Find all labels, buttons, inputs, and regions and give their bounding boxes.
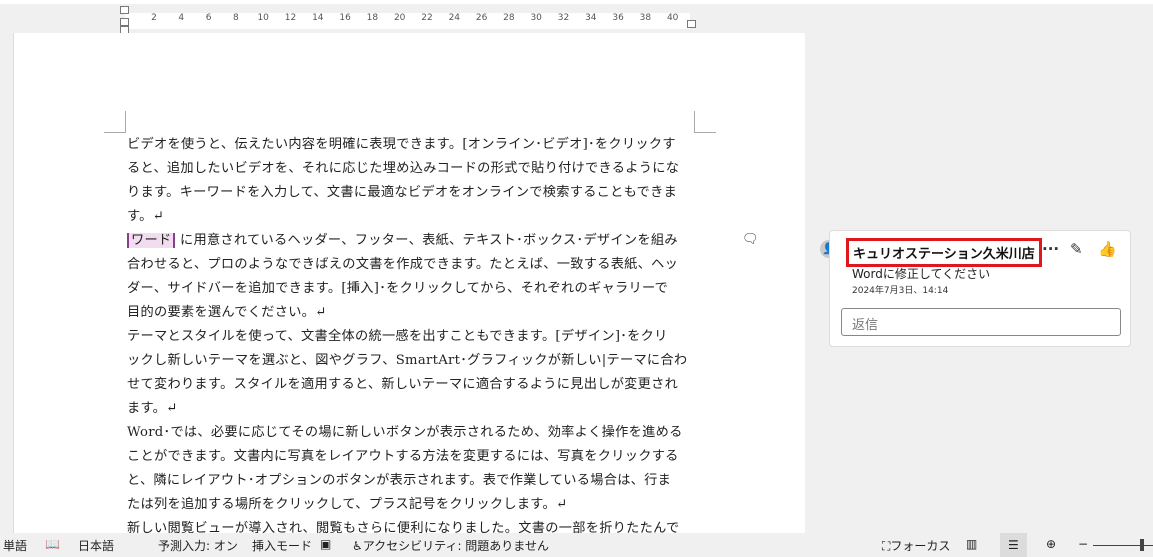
like-thumb-icon[interactable]: 👍: [1098, 240, 1117, 258]
text-line: ワード に用意されているヘッダー、フッター、表紙、テキスト･ボックス･デザインを…: [127, 229, 697, 253]
comment-date: 2024年7月3日、14:14: [852, 286, 949, 296]
ruler-tick-label: 38: [639, 13, 652, 23]
left-indent-marker[interactable]: [120, 18, 129, 26]
text-line: ックし新しいテーマを選ぶと、図やグラフ、SmartArt･グラフィックが新しい|…: [127, 353, 688, 368]
print-layout-icon[interactable]: ☰: [1000, 533, 1027, 557]
web-layout-icon[interactable]: ⊕: [1046, 537, 1056, 551]
text-line: 目的の要素を選んでください。↵: [127, 305, 327, 320]
text-line: たは列を追加する場所をクリックして、プラス記号をクリックします。↵: [127, 497, 568, 512]
ruler[interactable]: 2 4 6 8 10 12 14 16 18 20 22 24 26 28 30 32 34 36 38 40: [0, 0, 1153, 34]
insert-mode-button[interactable]: 挿入モード: [252, 537, 312, 554]
ruler-tick-label: 36: [612, 13, 624, 23]
zoom-slider-thumb[interactable]: [1140, 539, 1144, 551]
comment-author: キュリオステーション久米川店: [846, 238, 1042, 267]
text-line: ことができます。文書内に写真をレイアウトする方法を変更するには、写真をクリックす…: [127, 449, 679, 464]
first-line-indent-marker[interactable]: [120, 6, 129, 14]
ruler-tick-label: 8: [233, 13, 239, 23]
text-line: ます。↵: [127, 401, 178, 416]
focus-button[interactable]: ⛶フォーカス: [882, 537, 950, 554]
text-line: す。↵: [127, 209, 165, 224]
macro-record-icon[interactable]: ▣: [320, 537, 331, 551]
ruler-tick-label: 22: [421, 13, 433, 23]
comment-text: Wordに修正してください: [852, 267, 991, 281]
text-prediction-button[interactable]: 予測入力: オン: [158, 537, 238, 554]
ruler-tick-label: 24: [448, 13, 461, 23]
commented-text-highlight[interactable]: ワード: [127, 233, 176, 248]
zoom-out-button[interactable]: −: [1078, 537, 1088, 551]
accessibility-button[interactable]: ♿アクセシビリティ: 問題ありません: [352, 537, 549, 554]
text-line: Word･では、必要に応じてその場に新しいボタンが表示されるため、効率よく操作を…: [127, 425, 683, 440]
ruler-tick-label: 26: [475, 13, 488, 23]
ruler-tick-label: 10: [257, 13, 269, 23]
margin-corner: [694, 111, 716, 133]
accessibility-icon: ♿: [352, 539, 363, 553]
margin-corner: [104, 111, 126, 133]
text-line: テーマとスタイルを使って、文書全体の統一感を出すこともできます。[デザイン]･を…: [127, 329, 668, 344]
ruler-tick-label: 28: [503, 13, 515, 23]
ruler-tick-label: 20: [393, 13, 406, 23]
text-line: ります。キーワードを入力して、文書に最適なビデオをオンラインで検索することもでき…: [127, 185, 678, 200]
zoom-slider[interactable]: [1093, 545, 1153, 546]
more-options-icon[interactable]: ···: [1042, 240, 1059, 258]
focus-label: フォーカス: [890, 539, 951, 553]
document-body[interactable]: ビデオを使うと、伝えたい内容を明確に表現できます。[オンライン･ビデオ]･をクリ…: [127, 133, 697, 541]
proofing-book-icon[interactable]: 📖: [45, 537, 60, 551]
ruler-tick-label: 2: [151, 13, 157, 23]
read-mode-icon[interactable]: ▥: [966, 537, 977, 551]
text-line: ビデオを使うと、伝えたい内容を明確に表現できます。[オンライン･ビデオ]･をクリ…: [127, 137, 676, 152]
document-page[interactable]: ビデオを使うと、伝えたい内容を明確に表現できます。[オンライン･ビデオ]･をクリ…: [13, 33, 805, 536]
ruler-tick-label: 14: [312, 13, 324, 23]
ruler-tick-label: 30: [530, 13, 542, 23]
ruler-tick-label: 4: [178, 13, 185, 23]
ruler-tick-label: 16: [339, 13, 351, 23]
text-line: ると、追加したいビデオを、それに応じた埋め込みコードの形式で貼り付けできるように…: [127, 161, 680, 176]
text-segment: に用意されているヘッダー、フッター、表紙、テキスト･ボックス･デザインを組み: [179, 233, 678, 248]
comment-indicator-icon[interactable]: 🗨: [742, 232, 759, 247]
word-count-button[interactable]: 単語: [3, 537, 27, 554]
text-line: と、隣にレイアウト･オプションのボタンが表示されます。表で作業している場合は、行…: [127, 473, 672, 488]
ruler-tick-label: 18: [366, 13, 379, 23]
right-indent-marker[interactable]: [687, 20, 696, 28]
accessibility-label: アクセシビリティ: 問題ありません: [362, 539, 549, 553]
ruler-tick-label: 6: [205, 13, 212, 23]
ruler-tick-label: 40: [666, 13, 679, 23]
language-button[interactable]: 日本語: [78, 537, 114, 554]
text-line: ダー、サイドバーを追加できます。[挿入]･をクリックしてから、それぞれのギャラリ…: [127, 281, 669, 296]
ruler-tick-label: 34: [585, 13, 597, 23]
text-line: せて変わります。スタイルを適用すると、新しいテーマに適合するように見出しが変更さ…: [127, 377, 679, 392]
ruler-tick-label: 12: [284, 13, 297, 23]
comment-card[interactable]: キュリオステーション久米川店 ··· ✎ 👍 Wordに修正してください 202…: [829, 230, 1131, 347]
text-line: 合わせると、プロのようなできばえの文書を作成できます。たとえば、一致する表紙、ヘ…: [127, 257, 679, 272]
reply-input[interactable]: 返信: [841, 308, 1121, 336]
status-bar: 単語 📖 日本語 予測入力: オン 挿入モード ▣ ♿アクセシビリティ: 問題あ…: [0, 533, 1153, 557]
ruler-tick-label: 32: [557, 13, 570, 23]
edit-pencil-icon[interactable]: ✎: [1070, 240, 1083, 258]
